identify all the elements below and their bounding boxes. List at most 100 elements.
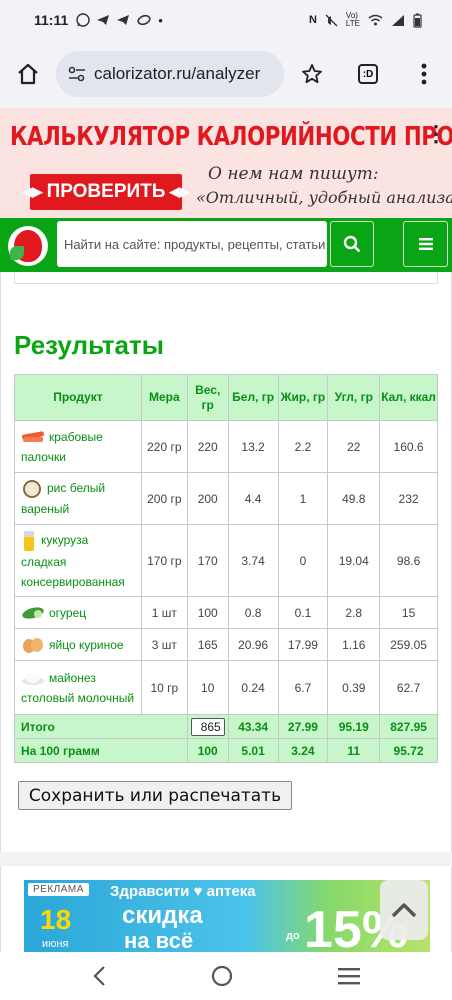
total-carbs: 95.19 — [327, 714, 381, 739]
protein-cell: 0.24 — [227, 660, 279, 715]
wifi-icon — [368, 14, 383, 26]
site-settings-icon[interactable] — [68, 66, 86, 82]
search-button[interactable] — [330, 221, 374, 267]
address-bar[interactable]: calorizator.ru/analyzer — [56, 51, 284, 97]
banner-more-icon[interactable]: ⋮ — [424, 116, 448, 152]
per100-calories: 95.72 — [379, 738, 438, 763]
total-fat: 27.99 — [277, 714, 329, 739]
total-protein: 43.34 — [227, 714, 279, 739]
carbs-cell: 49.8 — [327, 472, 381, 525]
star-icon — [302, 64, 322, 84]
volte-icon: Vo) LTE — [345, 11, 360, 28]
clock: 11:11 — [34, 12, 69, 28]
tabs-button[interactable]: :D — [340, 40, 396, 108]
protein-cell: 13.2 — [227, 420, 279, 473]
table-row: огурец 1 шт 100 0.8 0.1 2.8 15 — [14, 596, 438, 629]
nfc-icon: N — [308, 14, 317, 26]
promo-banner[interactable]: КАЛЬКУЛЯТОР КАЛОРИЙНОСТИ ПРОДУКТОВ ◀▶ ПР… — [0, 108, 452, 218]
table-row: яйцо куриное 3 шт 165 20.96 17.99 1.16 2… — [14, 628, 438, 661]
telegram-icon — [97, 15, 110, 25]
crab-sticks-icon — [21, 431, 44, 443]
mayonnaise-icon — [22, 673, 44, 686]
calories-cell: 160.6 — [379, 420, 438, 473]
table-row: кукуруза сладкая консервированная 170 гр… — [14, 524, 438, 597]
browser-toolbar: calorizator.ru/analyzer :D — [0, 40, 452, 108]
arrow-right-icon: ◀▶ — [169, 184, 190, 199]
ad-text-line1: скидка — [122, 902, 203, 929]
banner-quote-line1: О нем нам пишут: — [208, 164, 379, 184]
save-print-button[interactable]: Сохранить или распечатать — [18, 781, 292, 810]
search-placeholder: Найти на сайте: продукты, рецепты, стать… — [64, 236, 327, 252]
measure-cell: 170 гр — [140, 524, 188, 597]
tab-count: :D — [358, 64, 378, 84]
home-icon — [18, 63, 38, 85]
fat-cell: 17.99 — [277, 628, 329, 661]
ad-brand: Здравсити ♥ аптека — [110, 883, 256, 900]
back-icon[interactable] — [92, 965, 106, 987]
recents-icon[interactable] — [337, 967, 360, 985]
per100-carbs: 11 — [327, 738, 381, 763]
col-header-product: Продукт — [14, 374, 142, 421]
weight-cell: 170 — [186, 524, 229, 597]
total-row: Итого 865 43.34 27.99 95.19 827.95 — [14, 714, 438, 739]
chevron-up-icon — [391, 903, 417, 918]
system-nav-bar — [0, 952, 452, 1000]
home-circle-icon[interactable] — [211, 965, 233, 987]
carbs-cell: 0.39 — [327, 660, 381, 715]
protein-cell: 3.74 — [227, 524, 279, 597]
carbs-cell: 2.8 — [327, 596, 381, 629]
signal-icon — [392, 14, 404, 26]
cucumber-icon — [22, 607, 44, 619]
previous-card-edge — [14, 272, 438, 284]
measure-cell: 1 шт — [140, 596, 188, 629]
weight-cell: 100 — [186, 596, 229, 629]
rice-icon — [23, 479, 41, 498]
calories-cell: 232 — [379, 472, 438, 525]
check-button-label: ПРОВЕРИТЬ — [46, 181, 166, 202]
measure-cell: 3 шт — [140, 628, 188, 661]
battery-icon — [413, 13, 422, 28]
total-label: Итого — [14, 714, 188, 739]
carbs-cell: 22 — [327, 420, 381, 473]
notification-dot: • — [158, 12, 163, 28]
home-button[interactable] — [0, 40, 56, 108]
mute-icon — [325, 14, 338, 26]
measure-cell: 220 гр — [140, 420, 188, 473]
banner-title: КАЛЬКУЛЯТОР КАЛОРИЙНОСТИ ПРОДУКТОВ — [10, 122, 452, 152]
table-row: рис белый вареный 200 гр 200 4.4 1 49.8 … — [14, 472, 438, 525]
total-calories: 827.95 — [379, 714, 438, 739]
calories-cell: 62.7 — [379, 660, 438, 715]
section-divider — [0, 852, 452, 866]
product-link[interactable]: яйцо куриное — [49, 638, 124, 652]
corn-can-icon — [24, 530, 34, 551]
table-row: майонез столовый молочный 10 гр 10 0.24 … — [14, 660, 438, 715]
banner-quote-line2: «Отличный, удобный анализатор» — [196, 188, 452, 207]
fat-cell: 0.1 — [277, 596, 329, 629]
per100-row: На 100 грамм 100 5.01 3.24 11 95.72 — [14, 738, 438, 763]
protein-cell: 20.96 — [227, 628, 279, 661]
ad-text-line2: на всё — [124, 928, 194, 952]
fat-cell: 0 — [277, 524, 329, 597]
ad-banner[interactable]: РЕКЛАМА Здравсити ♥ аптека 18 июня скидк… — [24, 880, 430, 952]
url-text: calorizator.ru/analyzer — [94, 64, 261, 83]
menu-button[interactable] — [396, 40, 452, 108]
search-icon — [343, 235, 361, 253]
check-button[interactable]: ◀▶ ПРОВЕРИТЬ ◀▶ — [23, 174, 189, 210]
fat-cell: 2.2 — [277, 420, 329, 473]
screen: 11:11 • N Vo) LTE calorizator.ru/analyzer — [0, 0, 452, 1000]
calories-cell: 15 — [379, 596, 438, 629]
measure-cell: 200 гр — [140, 472, 188, 525]
bookmark-button[interactable] — [284, 40, 340, 108]
total-weight-field[interactable]: 865 — [190, 717, 225, 736]
col-header-weight: Вес, гр — [186, 374, 229, 421]
col-header-protein: Бел, гр — [227, 374, 279, 421]
search-input[interactable]: Найти на сайте: продукты, рецепты, стать… — [57, 221, 327, 267]
site-menu-button[interactable] — [403, 221, 448, 267]
product-link[interactable]: огурец — [49, 606, 86, 620]
telegram-icon — [117, 15, 130, 25]
col-header-measure: Мера — [140, 374, 188, 421]
site-logo[interactable] — [8, 226, 48, 266]
fat-cell: 6.7 — [277, 660, 329, 715]
protein-cell: 0.8 — [227, 596, 279, 629]
scroll-to-top-button[interactable] — [380, 880, 428, 940]
